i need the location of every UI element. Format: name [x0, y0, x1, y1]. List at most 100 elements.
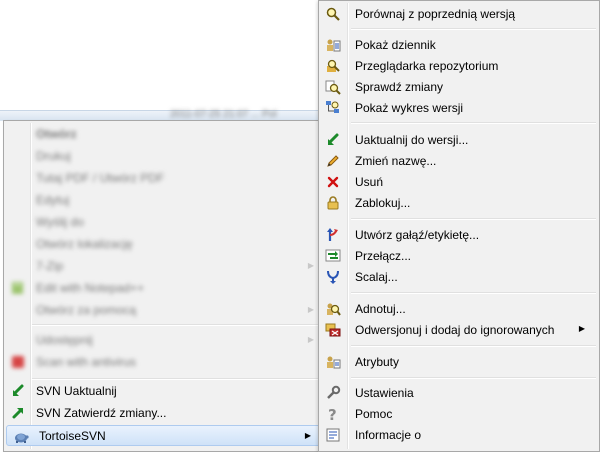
- menu-item-send-to[interactable]: Wyślij do: [4, 211, 324, 232]
- menu-item-label: Tutaj PDF / Utwórz PDF: [36, 170, 165, 185]
- menu-item-7zip[interactable]: 7-Zip ▶: [4, 255, 324, 276]
- rename-pencil-icon: [325, 153, 341, 169]
- menu-item-label: SVN Zatwierdź zmiany...: [36, 405, 167, 420]
- menu-separator: [351, 345, 596, 347]
- menu-item-delete[interactable]: Usuń: [319, 171, 599, 192]
- menu-item-label: Wyślij do: [36, 214, 84, 229]
- menu-item-label: Pomoc: [355, 407, 393, 421]
- menu-item-label: Ustawienia: [355, 386, 414, 400]
- diff-magnifier-icon: [325, 6, 341, 22]
- menu-item-svn-commit[interactable]: SVN Zatwierdź zmiany...: [4, 402, 324, 423]
- menu-item-label: Przełącz...: [355, 249, 412, 263]
- menu-item-show-log[interactable]: Pokaż dziennik: [319, 34, 599, 55]
- svn-update-icon: [10, 383, 26, 399]
- update-to-revision-icon: [325, 132, 341, 148]
- menu-item-branch-tag[interactable]: Utwórz gałąź/etykietę...: [319, 224, 599, 245]
- merge-icon: [325, 269, 341, 285]
- menu-item-label: Otwórz za pomocą: [36, 302, 137, 317]
- menu-item-help[interactable]: ? Pomoc: [319, 403, 599, 424]
- submenu-arrow-icon: ▶: [304, 431, 311, 440]
- menu-separator: [351, 292, 596, 294]
- menu-item-label: Edit with Notepad++: [36, 280, 145, 295]
- menu-item-label: Sprawdź zmiany: [355, 80, 444, 94]
- menu-item-edit[interactable]: Edytuj: [4, 189, 324, 210]
- menu-item-lock[interactable]: Zablokuj...: [319, 192, 599, 213]
- menu-item-label: TortoiseSVN: [39, 428, 106, 443]
- switch-icon: [325, 248, 341, 264]
- antivirus-icon: [10, 354, 26, 370]
- submenu-arrow-icon: ▶: [578, 324, 585, 333]
- menu-item-share[interactable]: Udostępnij ▶: [4, 329, 324, 350]
- menu-item-open-location[interactable]: Otwórz lokalizację: [4, 233, 324, 254]
- menu-item-antivirus[interactable]: Scan with antivirus: [4, 351, 324, 372]
- submenu-arrow-icon: ▶: [307, 335, 314, 344]
- revision-graph-icon: [325, 100, 341, 116]
- menu-item-label: SVN Uaktualnij: [36, 383, 117, 398]
- menu-item-diff-previous[interactable]: Porównaj z poprzednią wersją: [319, 3, 599, 24]
- menu-item-about[interactable]: Informacje o: [319, 424, 599, 445]
- menu-item-revision-graph[interactable]: Pokaż wykres wersji: [319, 97, 599, 118]
- svn-commit-icon: [10, 405, 26, 421]
- menu-item-label: Zmień nazwę...: [355, 154, 437, 168]
- menu-item-label: Pokaż wykres wersji: [355, 101, 464, 115]
- blame-icon: [325, 301, 341, 317]
- menu-item-label: Atrybuty: [355, 355, 400, 369]
- menu-item-label: Informacje o: [355, 428, 422, 442]
- menu-separator: [351, 377, 596, 379]
- menu-item-svn-update[interactable]: SVN Uaktualnij: [4, 380, 324, 401]
- menu-item-label: Przeglądarka repozytorium: [355, 59, 499, 73]
- tortoisesvn-submenu: Porównaj z poprzednią wersją Pokaż dzien…: [318, 0, 600, 452]
- help-icon: ?: [325, 406, 341, 422]
- menu-item-update-to-revision[interactable]: Uaktualnij do wersji...: [319, 129, 599, 150]
- menu-item-label: Usuń: [355, 175, 384, 189]
- menu-item-label: Drukuj: [36, 148, 71, 163]
- menu-separator: [351, 122, 596, 124]
- menu-item-pdf[interactable]: Tutaj PDF / Utwórz PDF: [4, 167, 324, 188]
- about-icon: [325, 427, 341, 443]
- ignore-icon: [325, 322, 341, 338]
- menu-item-label: Porównaj z poprzednią wersją: [355, 7, 516, 21]
- menu-item-notepad[interactable]: Edit with Notepad++: [4, 277, 324, 298]
- menu-separator: [351, 28, 596, 30]
- svg-text:?: ?: [328, 406, 337, 422]
- lock-icon: [325, 195, 341, 211]
- menu-item-ignore[interactable]: Odwersjonuj i dodaj do ignorowanych ▶: [319, 319, 599, 340]
- file-timestamp: 2011-07-25 21:07 ... Pol: [170, 109, 277, 120]
- menu-item-repo-browser[interactable]: Przeglądarka repozytorium: [319, 55, 599, 76]
- menu-item-label: 7-Zip: [36, 258, 64, 273]
- menu-item-tortoisesvn[interactable]: TortoiseSVN ▶: [6, 425, 322, 446]
- menu-item-switch[interactable]: Przełącz...: [319, 245, 599, 266]
- menu-item-label: Otwórz lokalizację: [36, 236, 133, 251]
- menu-separator: [32, 324, 321, 326]
- menu-item-open-with[interactable]: Otwórz za pomocą ▶: [4, 299, 324, 320]
- log-icon: [325, 37, 341, 53]
- submenu-arrow-icon: ▶: [307, 305, 314, 314]
- branch-tag-icon: [325, 227, 341, 243]
- menu-item-label: Pokaż dziennik: [355, 38, 436, 52]
- menu-item-merge[interactable]: Scalaj...: [319, 266, 599, 287]
- check-modifications-icon: [325, 79, 341, 95]
- menu-item-label: Scan with antivirus: [36, 354, 137, 369]
- menu-item-open[interactable]: Otwórz: [4, 123, 324, 144]
- delete-x-icon: [325, 174, 341, 190]
- menu-item-settings[interactable]: Ustawienia: [319, 382, 599, 403]
- menu-item-label: Zablokuj...: [355, 196, 411, 210]
- menu-item-print[interactable]: Drukuj: [4, 145, 324, 166]
- menu-item-label: Adnotuj...: [355, 302, 406, 316]
- submenu-arrow-icon: ▶: [307, 261, 314, 270]
- notepad-icon: [10, 280, 26, 296]
- menu-item-label: Uaktualnij do wersji...: [355, 133, 469, 147]
- properties-icon: [325, 354, 341, 370]
- menu-item-label: Odwersjonuj i dodaj do ignorowanych: [355, 323, 555, 337]
- menu-item-check-modifications[interactable]: Sprawdź zmiany: [319, 76, 599, 97]
- tortoise-icon: [13, 429, 29, 445]
- repo-browser-icon: [325, 58, 341, 74]
- explorer-context-menu: Otwórz Drukuj Tutaj PDF / Utwórz PDF Edy…: [3, 120, 325, 452]
- menu-item-label: Scalaj...: [355, 270, 398, 284]
- menu-item-rename[interactable]: Zmień nazwę...: [319, 150, 599, 171]
- menu-item-properties[interactable]: Atrybuty: [319, 351, 599, 372]
- menu-separator: [351, 218, 596, 220]
- menu-item-label: Otwórz: [36, 126, 77, 141]
- menu-item-blame[interactable]: Adnotuj...: [319, 298, 599, 319]
- menu-item-label: Edytuj: [36, 192, 70, 207]
